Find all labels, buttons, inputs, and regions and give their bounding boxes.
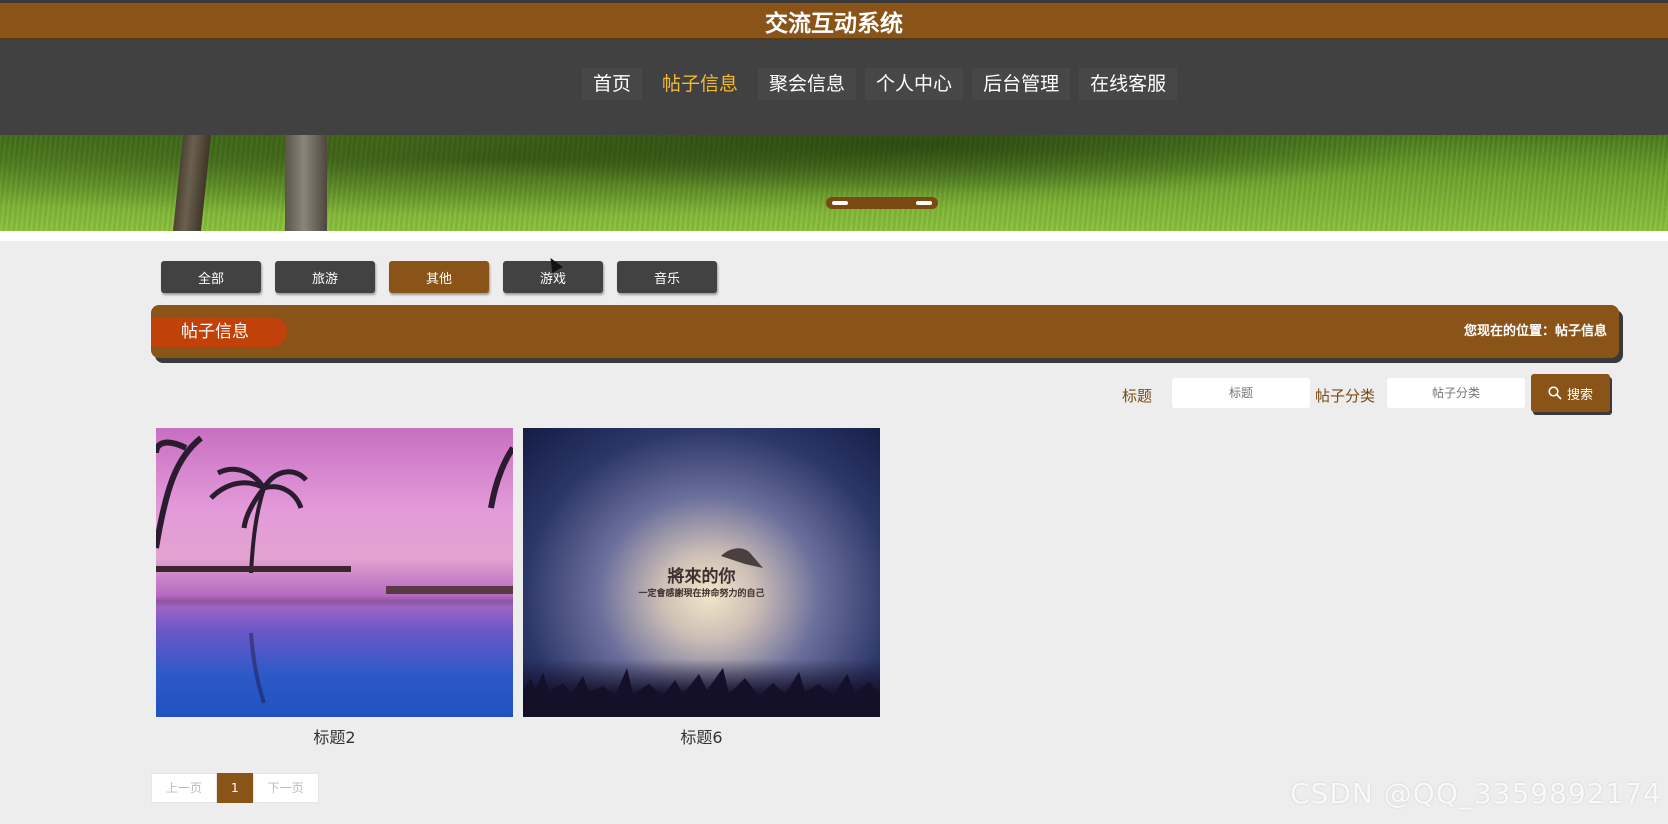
divider <box>0 231 1668 241</box>
nav-item-gatherings[interactable]: 聚会信息 <box>758 68 857 100</box>
post-card[interactable]: 將來的你 一定會感謝現在拚命努力的自己 标题6 <box>523 428 880 748</box>
main-nav: 首页 帖子信息 聚会信息 个人中心 后台管理 在线客服 <box>0 40 1668 135</box>
site-title: 交流互动系统 <box>765 10 903 37</box>
tab-travel[interactable]: 旅游 <box>275 261 375 293</box>
nav-item-home[interactable]: 首页 <box>582 68 643 100</box>
breadcrumb: 您现在的位置：帖子信息 <box>1463 324 1607 339</box>
banner-tree <box>285 135 327 231</box>
carousel-dot[interactable] <box>916 201 932 205</box>
post-card[interactable]: 标题2 <box>156 428 513 748</box>
watermark: CSDN @QQ_3359892174 <box>1290 777 1662 810</box>
section-title: 帖子信息 <box>151 317 287 347</box>
post-thumbnail[interactable]: 將來的你 一定會感謝現在拚命努力的自己 <box>523 428 880 717</box>
nav-item-support[interactable]: 在线客服 <box>1079 68 1178 100</box>
post-title[interactable]: 标题2 <box>156 724 513 748</box>
palm-silhouette <box>156 435 513 704</box>
carousel-indicators <box>826 197 938 209</box>
title-filter-label: 标题 <box>1122 387 1153 405</box>
nav-item-personal-center[interactable]: 个人中心 <box>865 68 964 100</box>
grass-silhouette <box>523 548 880 717</box>
tab-other[interactable]: 其他 <box>389 261 489 293</box>
section-header: 帖子信息 您现在的位置：帖子信息 <box>151 305 1619 358</box>
nav-item-posts[interactable]: 帖子信息 <box>651 68 749 100</box>
current-page-button[interactable]: 1 <box>217 773 253 803</box>
tab-all[interactable]: 全部 <box>161 261 261 293</box>
banner-carousel <box>0 135 1668 231</box>
carousel-dot[interactable] <box>832 201 848 205</box>
search-button[interactable]: 搜索 <box>1531 374 1610 412</box>
banner-tree <box>172 135 212 231</box>
pagination: 上一页 1 下一页 <box>151 773 319 803</box>
category-filter-label: 帖子分类 <box>1315 387 1376 405</box>
category-tabs: 全部 旅游 其他 游戏 音乐 <box>161 261 731 293</box>
search-button-label: 搜索 <box>1566 387 1593 403</box>
title-search-input[interactable] <box>1172 378 1310 408</box>
prev-page-button[interactable]: 上一页 <box>151 773 218 803</box>
post-title[interactable]: 标题6 <box>523 724 880 748</box>
search-icon <box>1548 386 1562 400</box>
next-page-button[interactable]: 下一页 <box>252 773 319 803</box>
site-header: 交流互动系统 <box>0 0 1668 40</box>
post-thumbnail[interactable] <box>156 428 513 717</box>
tab-music[interactable]: 音乐 <box>617 261 717 293</box>
nav-list: 首页 帖子信息 聚会信息 个人中心 后台管理 在线客服 <box>582 68 1186 100</box>
category-search-input[interactable] <box>1387 378 1525 408</box>
nav-item-admin[interactable]: 后台管理 <box>972 68 1071 100</box>
